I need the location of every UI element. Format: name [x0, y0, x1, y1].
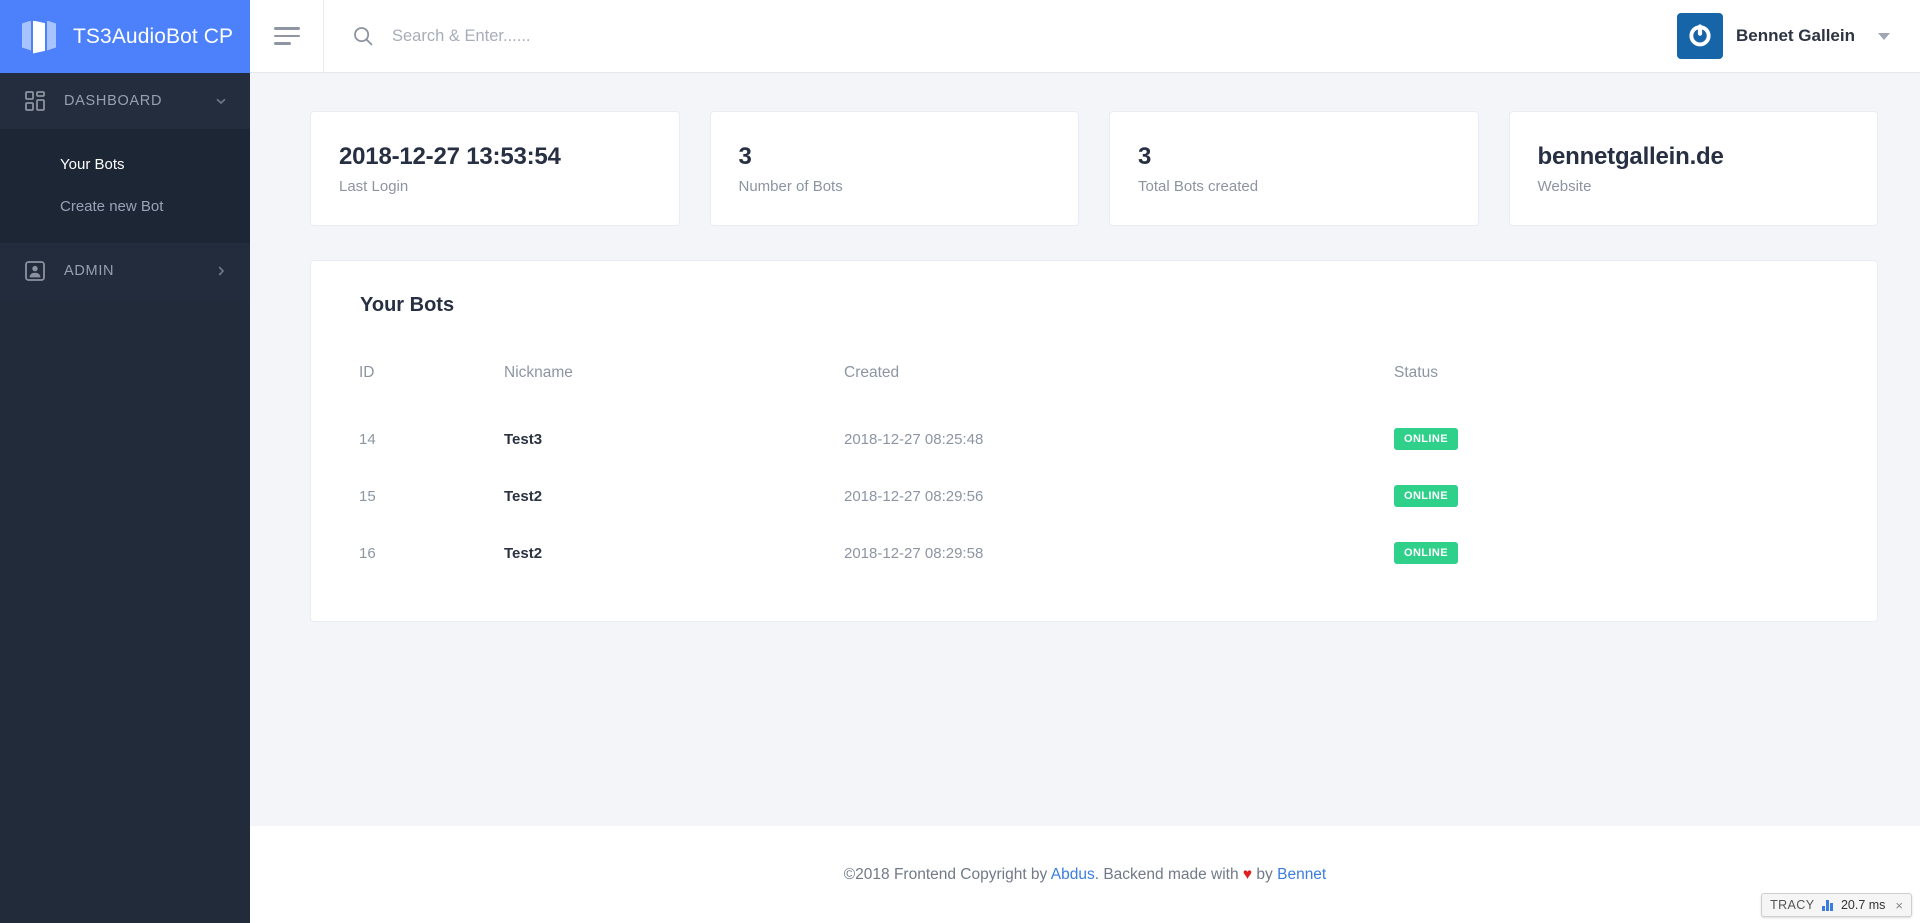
column-header-status: Status: [1394, 364, 1438, 381]
sidebar-submenu-dashboard: Your Bots Create new Bot: [0, 129, 250, 243]
stat-value: 2018-12-27 13:53:54: [339, 143, 561, 170]
brand-title: TS3AudioBot CP: [73, 24, 234, 48]
stat-card-row: 2018-12-27 13:53:54 Last Login 3 Number …: [310, 111, 1878, 226]
close-icon[interactable]: ×: [1893, 898, 1903, 913]
cell-created: 2018-12-27 08:29:56: [844, 487, 984, 505]
search-input[interactable]: [392, 26, 1677, 46]
user-name: Bennet Gallein: [1735, 26, 1855, 45]
column-header-id: ID: [359, 364, 375, 381]
cell-created: 2018-12-27 08:25:48: [844, 430, 984, 448]
column-header-created: Created: [844, 364, 900, 381]
bots-table: ID Nickname Created Status 14 Test3 2018…: [359, 364, 1829, 581]
footer-text-2: . Backend made with: [1094, 865, 1243, 883]
sidebar-nav: DASHBOARD Your Bots Create new Bot ADMIN: [0, 73, 250, 299]
user-badge-icon: [24, 260, 46, 282]
footer-text: ©2018 Frontend Copyright by Abdus. Backe…: [844, 866, 1327, 884]
panels-logo-icon: [22, 19, 56, 55]
cell-id: 15: [359, 487, 376, 505]
status-badge: ONLINE: [1394, 485, 1458, 507]
hamburger-icon[interactable]: [250, 0, 324, 72]
search-icon: [352, 25, 374, 47]
stat-value: 3: [1138, 143, 1152, 170]
footer-link-bennet[interactable]: Bennet: [1277, 866, 1326, 883]
tracy-time: 20.7 ms: [1840, 898, 1886, 912]
table-header-row: ID Nickname Created Status: [359, 364, 1829, 410]
stat-card-number-of-bots: 3 Number of Bots: [709, 111, 1079, 226]
stat-label: Total Bots created: [1138, 178, 1259, 195]
topbar: Bennet Gallein: [250, 0, 1920, 73]
sidebar-item-dashboard[interactable]: DASHBOARD: [0, 73, 250, 129]
stat-card-last-login: 2018-12-27 13:53:54 Last Login: [310, 111, 680, 226]
cell-id: 14: [359, 430, 376, 448]
table-row[interactable]: 15 Test2 2018-12-27 08:29:56 ONLINE: [359, 467, 1829, 524]
sidebar-brand[interactable]: TS3AudioBot CP: [0, 0, 250, 73]
main-area: Bennet Gallein 2018-12-27 13:53:54 Last …: [250, 0, 1920, 923]
sidebar-item-create-new-bot[interactable]: Create new Bot: [0, 185, 250, 227]
footer-text-3: by: [1252, 865, 1278, 883]
cell-nickname: Test3: [504, 430, 543, 448]
table-row[interactable]: 16 Test2 2018-12-27 08:29:58 ONLINE: [359, 524, 1829, 581]
sidebar-item-dashboard-label: DASHBOARD: [64, 93, 163, 109]
cell-nickname: Test2: [504, 487, 543, 505]
stat-label: Number of Bots: [738, 178, 843, 195]
cell-status: ONLINE: [1394, 467, 1829, 524]
status-badge: ONLINE: [1394, 428, 1458, 450]
grid-icon: [24, 90, 46, 112]
footer: ©2018 Frontend Copyright by Abdus. Backe…: [250, 826, 1920, 923]
cell-created: 2018-12-27 08:29:58: [844, 544, 984, 562]
status-badge: ONLINE: [1394, 542, 1458, 564]
stat-value: 3: [738, 143, 752, 170]
sidebar-item-admin-label: ADMIN: [64, 263, 115, 279]
stat-card-website: bennetgallein.de Website: [1508, 111, 1878, 226]
column-header-nickname: Nickname: [504, 364, 573, 381]
content: 2018-12-27 13:53:54 Last Login 3 Number …: [250, 73, 1920, 826]
chevron-down-icon: [214, 94, 228, 108]
tracy-debug-bar[interactable]: TRACY 20.7 ms ×: [1761, 893, 1912, 917]
app-root: TS3AudioBot CP DASHBOARD Your Bots Creat…: [0, 0, 1920, 923]
sidebar-item-your-bots[interactable]: Your Bots: [0, 143, 250, 185]
bots-table-head: ID Nickname Created Status: [359, 364, 1829, 410]
footer-link-abdus[interactable]: Abdus: [1051, 866, 1095, 883]
heart-icon: ♥: [1242, 865, 1253, 883]
cell-id: 16: [359, 544, 376, 562]
sidebar-item-your-bots-label: Your Bots: [60, 155, 125, 173]
page-title: Your Bots: [360, 294, 455, 316]
stat-value: bennetgallein.de: [1537, 143, 1724, 170]
bots-table-body: 14 Test3 2018-12-27 08:25:48 ONLINE 15 T…: [359, 410, 1829, 581]
stat-card-total-bots-created: 3 Total Bots created: [1109, 111, 1479, 226]
chevron-right-icon: [214, 264, 228, 278]
sidebar-item-admin[interactable]: ADMIN: [0, 243, 250, 299]
stat-label: Website: [1537, 178, 1592, 195]
bar-chart-icon: [1822, 899, 1833, 911]
caret-down-icon: [1878, 32, 1890, 40]
sidebar: TS3AudioBot CP DASHBOARD Your Bots Creat…: [0, 0, 250, 923]
user-menu[interactable]: Bennet Gallein: [1676, 13, 1890, 59]
search-bar: [324, 0, 1677, 72]
stat-label: Last Login: [339, 178, 409, 195]
table-row[interactable]: 14 Test3 2018-12-27 08:25:48 ONLINE: [359, 410, 1829, 467]
cell-nickname: Test2: [504, 544, 543, 562]
cell-status: ONLINE: [1394, 524, 1829, 581]
gravatar-power-icon: [1676, 13, 1723, 59]
sidebar-item-create-new-bot-label: Create new Bot: [60, 197, 164, 215]
footer-text-1: ©2018 Frontend Copyright by: [843, 865, 1051, 883]
tracy-label: TRACY: [1770, 898, 1815, 912]
your-bots-panel: Your Bots ID Nickname Created Status 14: [310, 260, 1878, 622]
cell-status: ONLINE: [1394, 410, 1829, 467]
